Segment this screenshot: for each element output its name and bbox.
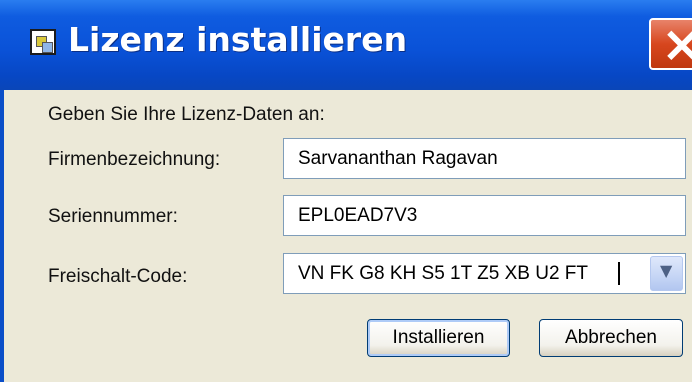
dropdown-button[interactable]: ▼ [650,256,683,291]
company-field[interactable]: Sarvananthan Ragavan [283,138,686,179]
code-label: Freischalt-Code: [48,266,188,287]
company-value: Sarvananthan Ragavan [298,148,498,169]
serial-value: EPL0EAD7V3 [298,205,418,226]
serial-label: Seriennummer: [48,206,178,227]
license-icon [30,29,56,55]
window-frame [0,90,4,382]
title-bar[interactable]: Lizenz installieren × [0,0,692,90]
chevron-down-icon: ▼ [660,261,673,280]
intro-text: Geben Sie Ihre Lizenz-Daten an: [48,104,325,125]
close-button[interactable]: × [649,15,692,73]
install-button[interactable]: Installieren [367,319,510,357]
close-icon: × [661,15,692,73]
window-title: Lizenz installieren [68,20,408,59]
code-value: VN FK G8 KH S5 1T Z5 XB U2 FT [298,263,589,284]
code-combobox[interactable]: VN FK G8 KH S5 1T Z5 XB U2 FT ▼ [283,253,686,294]
cancel-button[interactable]: Abbrechen [539,319,683,357]
company-label: Firmenbezeichnung: [48,149,221,170]
serial-field[interactable]: EPL0EAD7V3 [283,195,686,236]
text-cursor [618,262,620,285]
